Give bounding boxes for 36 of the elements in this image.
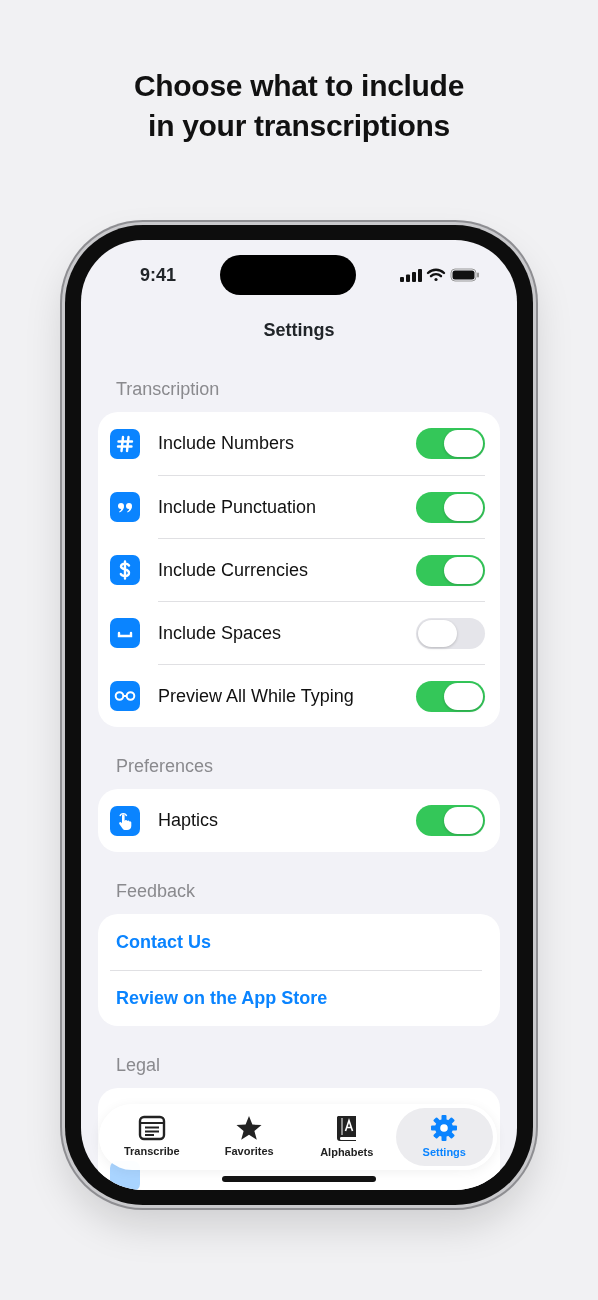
setting-label: Preview All While Typing (158, 684, 355, 708)
space-bar-icon (110, 617, 140, 648)
toggle-switch[interactable] (416, 554, 485, 586)
headline: Choose what to include in your transcriptions (132, 68, 466, 144)
glasses-icon (110, 680, 140, 711)
quote-icon (110, 491, 140, 522)
tab[interactable]: Alphabets (298, 1108, 396, 1166)
setting-label: Include Currencies (158, 558, 310, 582)
hand-icon (110, 805, 140, 836)
screen-title: Settings (262, 319, 336, 342)
toggle-switch[interactable] (416, 428, 485, 459)
document-icon (137, 1114, 166, 1141)
toggle-switch[interactable] (416, 680, 485, 712)
setting-label: Include Punctuation (158, 495, 318, 519)
tab[interactable]: Transcribe (103, 1108, 201, 1166)
link[interactable]: Review on the App Store (116, 985, 328, 1012)
toggle-switch[interactable] (416, 617, 485, 649)
battery-icon (450, 268, 480, 282)
section-header: Preferences (115, 756, 215, 776)
toggle-switch[interactable] (416, 805, 485, 836)
toggle-switch[interactable] (416, 491, 485, 523)
wifi-icon (426, 268, 446, 282)
star-icon (235, 1114, 264, 1141)
setting-label: Include Numbers (158, 432, 296, 455)
settings-icon (430, 1113, 459, 1142)
dollar-icon (110, 554, 140, 585)
section-header: Transcription (115, 379, 221, 399)
setting-label: Include Spaces (158, 621, 283, 645)
link[interactable]: Contact Us (116, 928, 211, 956)
section-header: Legal (115, 1055, 162, 1075)
hash-icon (110, 428, 140, 459)
status-time: 9:41 (140, 263, 177, 287)
setting-label: Haptics (158, 809, 220, 832)
signal-icon (400, 268, 422, 282)
section-header: Feedback (115, 881, 197, 901)
tab[interactable]: Favorites (200, 1108, 298, 1166)
